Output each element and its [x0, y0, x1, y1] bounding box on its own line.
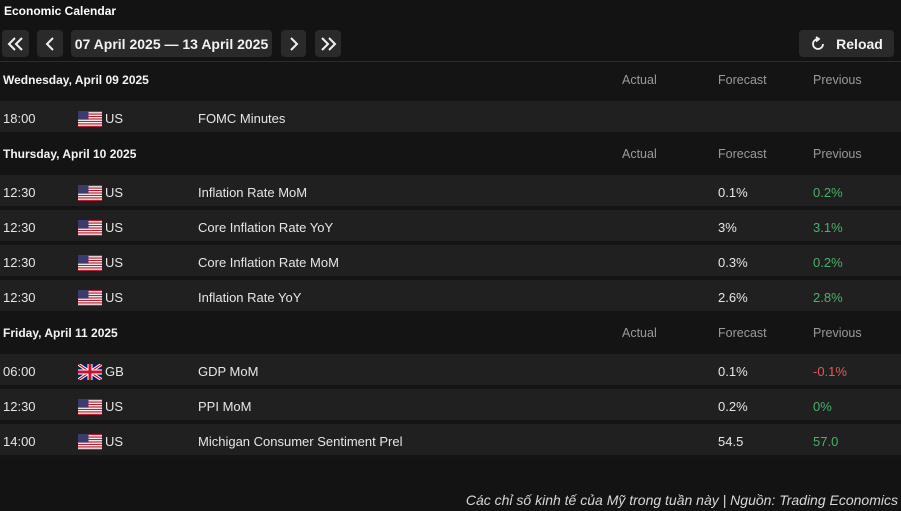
double-chevron-left-icon: [7, 36, 23, 51]
event-name[interactable]: Inflation Rate YoY: [198, 290, 301, 305]
day-title: Thursday, April 10 2025: [3, 147, 137, 161]
reload-button[interactable]: Reload: [799, 30, 894, 57]
event-time: 12:30: [3, 185, 36, 200]
event-name[interactable]: Core Inflation Rate YoY: [198, 220, 333, 235]
event-forecast: 0.3%: [718, 255, 748, 270]
event-country: US: [105, 255, 124, 270]
event-forecast: 54.5: [718, 434, 744, 449]
event-previous: 2.8%: [813, 290, 843, 305]
gb-flag-icon: [78, 364, 102, 380]
column-header-actual: Actual: [622, 147, 657, 161]
event-name[interactable]: Core Inflation Rate MoM: [198, 255, 339, 270]
calendar-table: Wednesday, April 09 2025 Actual Forecast Pr…: [0, 62, 901, 459]
event-time: 18:00: [3, 111, 36, 126]
us-flag-icon: [78, 220, 102, 236]
event-country: US: [105, 290, 124, 305]
image-caption: Các chỉ số kinh tế của Mỹ trong tuần này…: [465, 492, 898, 508]
date-range-selector[interactable]: 07 April 2025 — 13 April 2025: [71, 30, 272, 57]
event-country: US: [105, 111, 124, 126]
event-previous: 3.1%: [813, 220, 843, 235]
chevron-left-icon: [45, 36, 54, 51]
us-flag-icon: [78, 255, 102, 271]
event-row[interactable]: 12:30 US Core Inflation Rate YoY 3% 3.1%: [0, 210, 901, 245]
event-row[interactable]: 12:30 US Inflation Rate YoY 2.6% 2.8%: [0, 280, 901, 315]
last-week-button[interactable]: [315, 30, 341, 57]
us-flag-icon: [78, 185, 102, 201]
column-header-actual: Actual: [622, 73, 657, 87]
event-forecast: 3%: [718, 220, 737, 235]
event-row[interactable]: 18:00 US FOMC Minutes: [0, 101, 901, 136]
chevron-right-icon: [289, 36, 298, 51]
event-time: 06:00: [3, 364, 36, 379]
us-flag-icon: [78, 434, 102, 450]
event-row[interactable]: 12:30 US Inflation Rate MoM 0.1% 0.2%: [0, 175, 901, 210]
event-name[interactable]: GDP MoM: [198, 364, 258, 379]
reload-icon: [812, 35, 825, 50]
event-name[interactable]: FOMC Minutes: [198, 111, 285, 126]
first-week-button[interactable]: [2, 30, 29, 57]
us-flag-icon: [78, 290, 102, 306]
event-time: 12:30: [3, 220, 36, 235]
event-previous: -0.1%: [813, 364, 847, 379]
column-header-forecast: Forecast: [718, 326, 767, 340]
double-chevron-right-icon: [321, 36, 337, 51]
day-section-header: Friday, April 11 2025 Actual Forecast Previ…: [0, 315, 901, 354]
column-header-forecast: Forecast: [718, 147, 767, 161]
day-section-header: Wednesday, April 09 2025 Actual Forecast Pr…: [0, 62, 901, 101]
event-previous: 57.0: [813, 434, 839, 449]
column-header-previous: Previous: [813, 73, 862, 87]
event-row[interactable]: 12:30 US Core Inflation Rate MoM 0.3% 0.2%: [0, 245, 901, 280]
event-previous: 0%: [813, 399, 832, 414]
us-flag-icon: [78, 111, 102, 127]
event-row[interactable]: 12:30 US PPI MoM 0.2% 0%: [0, 389, 901, 424]
event-time: 12:30: [3, 399, 36, 414]
column-header-previous: Previous: [813, 326, 862, 340]
event-country: US: [105, 220, 124, 235]
column-header-forecast: Forecast: [718, 73, 767, 87]
event-row[interactable]: 06:00 GB GDP MoM 0.1% -0.1%: [0, 354, 901, 389]
event-forecast: 0.1%: [718, 364, 748, 379]
event-previous: 0.2%: [813, 255, 843, 270]
day-title: Friday, April 11 2025: [3, 326, 118, 340]
event-forecast: 0.1%: [718, 185, 748, 200]
toolbar: 07 April 2025 — 13 April 2025 Reload: [0, 28, 901, 60]
us-flag-icon: [78, 399, 102, 415]
day-section-header: Thursday, April 10 2025 Actual Forecast Pre…: [0, 136, 901, 175]
event-time: 12:30: [3, 255, 36, 270]
event-name[interactable]: Michigan Consumer Sentiment Prel: [198, 434, 402, 449]
event-country: US: [105, 399, 124, 414]
event-forecast: 2.6%: [718, 290, 748, 305]
column-header-actual: Actual: [622, 326, 657, 340]
event-country: GB: [105, 364, 124, 379]
previous-week-button[interactable]: [37, 30, 63, 57]
event-country: US: [105, 185, 124, 200]
day-title: Wednesday, April 09 2025: [3, 73, 149, 87]
reload-label: Reload: [836, 35, 883, 52]
column-header-previous: Previous: [813, 147, 862, 161]
event-forecast: 0.2%: [718, 399, 748, 414]
event-country: US: [105, 434, 124, 449]
event-name[interactable]: Inflation Rate MoM: [198, 185, 307, 200]
event-time: 14:00: [3, 434, 36, 449]
next-week-button[interactable]: [281, 30, 306, 57]
app-title: Economic Calendar: [4, 4, 117, 18]
event-name[interactable]: PPI MoM: [198, 399, 251, 414]
event-previous: 0.2%: [813, 185, 843, 200]
event-row[interactable]: 14:00 US Michigan Consumer Sentiment Prel 5…: [0, 424, 901, 459]
event-time: 12:30: [3, 290, 36, 305]
